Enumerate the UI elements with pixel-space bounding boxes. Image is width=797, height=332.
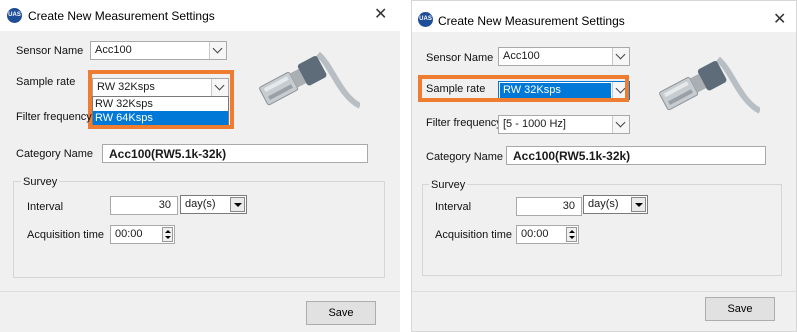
highlight-box <box>418 75 629 102</box>
dropdown-arrow-icon[interactable] <box>230 197 245 212</box>
title-bar: UAS Create New Measurement Settings ✕ <box>412 1 796 32</box>
interval-unit-value: day(s) <box>588 198 619 210</box>
survey-group-title: Survey <box>21 176 60 188</box>
app-logo-icon: UAS <box>418 12 433 27</box>
save-button[interactable]: Save <box>705 297 775 321</box>
sensor-name-value: Acc100 <box>95 44 132 56</box>
acquisition-time-value: 00:00 <box>115 228 143 240</box>
chevron-down-icon[interactable] <box>209 42 226 59</box>
category-name-label: Category Name <box>16 148 94 160</box>
interval-label: Interval <box>27 201 64 213</box>
dialog-left: UAS Create New Measurement Settings ✕ Se… <box>0 0 400 332</box>
dialog-title: Create New Measurement Settings <box>438 14 625 28</box>
close-icon[interactable]: ✕ <box>374 7 387 23</box>
sensor-name-label: Sensor Name <box>16 45 84 57</box>
acquisition-time-input[interactable]: 00:00 <box>516 225 579 244</box>
save-button[interactable]: Save <box>306 301 376 325</box>
survey-group-title: Survey <box>429 179 468 191</box>
sensor-name-label: Sensor Name <box>426 52 494 64</box>
interval-value: 30 <box>562 200 575 212</box>
category-name-value: Acc100(RW5.1k-32k) <box>109 147 227 161</box>
chevron-down-icon[interactable] <box>612 48 629 65</box>
highlight-box <box>88 70 234 129</box>
dialog-right: UAS Create New Measurement Settings ✕ Se… <box>411 0 797 332</box>
sample-rate-label: Sample rate <box>16 76 76 88</box>
interval-value: 30 <box>158 199 171 211</box>
filter-frequency-label: Filter frequency <box>426 117 502 129</box>
acquisition-time-label: Acquisition time <box>27 229 105 241</box>
sensor-image <box>259 51 360 109</box>
interval-unit-combo[interactable]: day(s) <box>583 195 648 214</box>
category-name-input[interactable]: Acc100(RW5.1k-32k) <box>102 144 368 163</box>
sensor-image <box>659 56 760 114</box>
filter-frequency-combo[interactable]: [5 - 1000 Hz] <box>498 115 630 134</box>
acquisition-time-value: 00:00 <box>521 228 549 240</box>
divider <box>0 291 400 292</box>
interval-input[interactable]: 30 <box>516 197 582 216</box>
spinner-icon[interactable] <box>162 227 173 242</box>
spinner-icon[interactable] <box>566 227 577 242</box>
filter-frequency-value: [5 - 1000 Hz] <box>503 118 566 130</box>
chevron-down-icon[interactable] <box>612 116 629 133</box>
acquisition-time-label: Acquisition time <box>435 229 513 241</box>
sensor-name-combo[interactable]: Acc100 <box>498 47 630 66</box>
title-bar: UAS Create New Measurement Settings ✕ <box>0 0 400 31</box>
acquisition-time-input[interactable]: 00:00 <box>110 225 175 244</box>
filter-frequency-label: Filter frequency <box>16 111 92 123</box>
interval-unit-combo[interactable]: day(s) <box>180 195 247 214</box>
sensor-name-value: Acc100 <box>503 50 540 62</box>
app-logo-icon: UAS <box>7 8 22 23</box>
interval-input[interactable]: 30 <box>110 196 178 215</box>
interval-unit-value: day(s) <box>185 198 216 210</box>
dialog-title: Create New Measurement Settings <box>28 9 215 23</box>
close-icon[interactable]: ✕ <box>773 12 786 28</box>
category-name-value: Acc100(RW5.1k-32k) <box>513 149 631 163</box>
divider <box>412 291 796 292</box>
category-name-label: Category Name <box>426 151 504 163</box>
sensor-name-combo[interactable]: Acc100 <box>90 41 227 60</box>
interval-label: Interval <box>435 201 472 213</box>
dropdown-arrow-icon[interactable] <box>631 197 646 212</box>
category-name-input[interactable]: Acc100(RW5.1k-32k) <box>506 146 766 165</box>
